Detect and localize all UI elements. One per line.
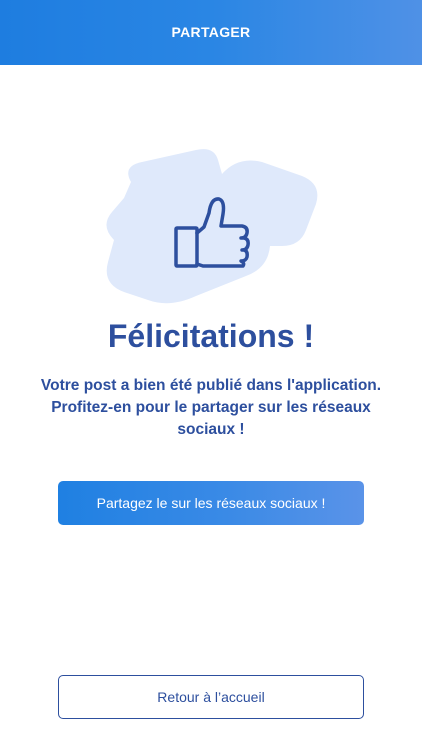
back-home-button-label: Retour à l’accueil <box>157 689 265 705</box>
success-message-line: sociaux ! <box>177 421 245 438</box>
success-message-line: Votre post a bien été publié dans l'appl… <box>40 377 382 394</box>
back-home-button[interactable]: Retour à l’accueil <box>58 675 364 719</box>
share-social-button[interactable]: Partagez le sur les réseaux sociaux ! <box>58 481 364 525</box>
share-social-button-label: Partagez le sur les réseaux sociaux ! <box>96 495 326 511</box>
success-message-line: Profitez-en pour le partager sur les rés… <box>51 399 371 416</box>
thumbs-up-illustration <box>106 149 318 304</box>
success-message: Votre post a bien été publié dans l'appl… <box>30 375 392 441</box>
success-title: Félicitations ! <box>107 318 315 354</box>
illustration-background-blob <box>106 149 318 304</box>
